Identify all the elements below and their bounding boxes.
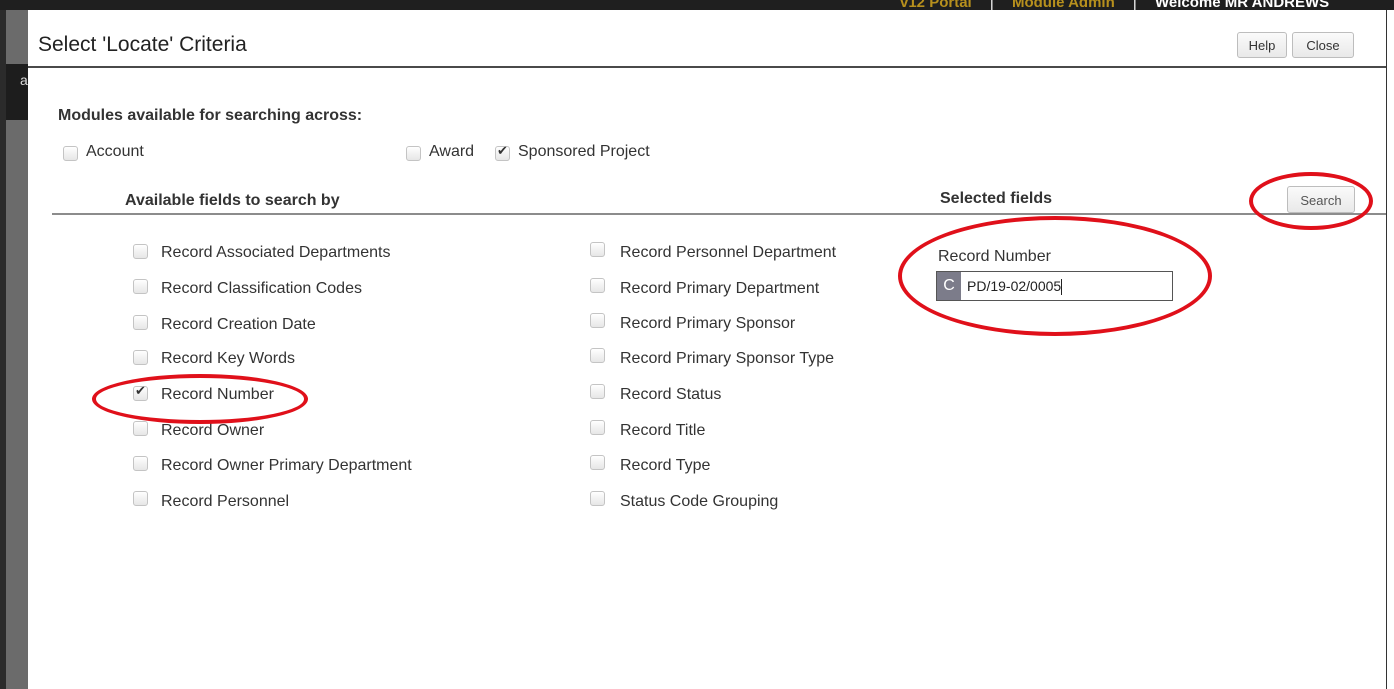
field-checkbox-record-title[interactable] <box>590 420 605 435</box>
help-button[interactable]: Help <box>1237 32 1287 58</box>
text-cursor <box>1061 279 1062 295</box>
field-label[interactable]: Record Associated Departments <box>161 244 390 262</box>
selected-fields-heading: Selected fields <box>940 190 1053 207</box>
field-label[interactable]: Record Title <box>620 422 705 440</box>
dialog-header: Select 'Locate' Criteria Help Close <box>28 10 1386 68</box>
search-button[interactable]: Search <box>1287 186 1355 213</box>
field-checkbox-record-associated-departments[interactable] <box>133 244 148 259</box>
checkmark-icon: ✔ <box>497 144 508 159</box>
locate-criteria-dialog: Select 'Locate' Criteria Help Close Modu… <box>28 10 1386 689</box>
available-fields-heading: Available fields to search by <box>125 192 340 209</box>
field-checkbox-record-personnel-department[interactable] <box>590 242 605 257</box>
field-checkbox-record-primary-sponsor[interactable] <box>590 313 605 328</box>
background-left-sidebar: a <box>0 10 28 689</box>
field-checkbox-record-primary-sponsor-type[interactable] <box>590 348 605 363</box>
field-checkbox-record-classification-codes[interactable] <box>133 279 148 294</box>
record-number-input[interactable] <box>967 274 1167 298</box>
field-label[interactable]: Record Primary Sponsor Type <box>620 350 834 368</box>
field-label[interactable]: Record Primary Sponsor <box>620 315 795 333</box>
account-label[interactable]: Account <box>86 143 144 161</box>
background-header: v12 Portal | Module Admin | Welcome MR A… <box>0 0 1394 11</box>
criteria-operator-badge[interactable]: C <box>937 272 961 300</box>
sponsored-project-checkbox[interactable]: ✔ <box>495 144 510 161</box>
award-label[interactable]: Award <box>429 143 474 161</box>
field-checkbox-record-primary-department[interactable] <box>590 278 605 293</box>
selected-field-label: Record Number <box>938 248 1051 265</box>
field-label[interactable]: Record Classification Codes <box>161 280 362 298</box>
field-checkbox-status-code-grouping[interactable] <box>590 491 605 506</box>
field-checkbox-record-owner-primary-department[interactable] <box>133 456 148 471</box>
field-checkbox-record-owner[interactable] <box>133 421 148 436</box>
dialog-title: Select 'Locate' Criteria <box>38 33 247 56</box>
award-checkbox[interactable] <box>406 146 421 161</box>
field-checkbox-record-personnel[interactable] <box>133 491 148 506</box>
field-checkbox-record-number[interactable]: ✔ <box>133 384 148 401</box>
sponsored-project-label[interactable]: Sponsored Project <box>518 143 650 161</box>
field-checkbox-record-key-words[interactable] <box>133 350 148 365</box>
field-label[interactable]: Record Personnel <box>161 493 289 511</box>
field-checkbox-record-creation-date[interactable] <box>133 315 148 330</box>
field-label[interactable]: Record Personnel Department <box>620 244 836 262</box>
sidebar-nav-glyph: a <box>20 72 28 88</box>
field-label[interactable]: Record Owner <box>161 422 264 440</box>
field-label[interactable]: Record Creation Date <box>161 316 316 334</box>
sidebar-nav-item[interactable]: a <box>6 64 28 120</box>
field-label[interactable]: Record Owner Primary Department <box>161 457 412 475</box>
field-label[interactable]: Record Primary Department <box>620 280 819 298</box>
field-checkbox-record-type[interactable] <box>590 455 605 470</box>
field-label[interactable]: Record Status <box>620 386 721 404</box>
background-right-edge <box>1386 10 1394 689</box>
field-label[interactable]: Record Type <box>620 457 710 475</box>
checkmark-icon: ✔ <box>135 384 146 399</box>
field-label[interactable]: Record Key Words <box>161 350 295 368</box>
modules-heading: Modules available for searching across: <box>58 107 363 124</box>
field-checkbox-record-status[interactable] <box>590 384 605 399</box>
field-label[interactable]: Status Code Grouping <box>620 493 778 511</box>
account-checkbox[interactable] <box>63 146 78 161</box>
close-button[interactable]: Close <box>1292 32 1354 58</box>
section-divider <box>52 213 1386 215</box>
record-number-field[interactable]: C <box>936 271 1173 301</box>
field-label[interactable]: Record Number <box>161 386 274 404</box>
